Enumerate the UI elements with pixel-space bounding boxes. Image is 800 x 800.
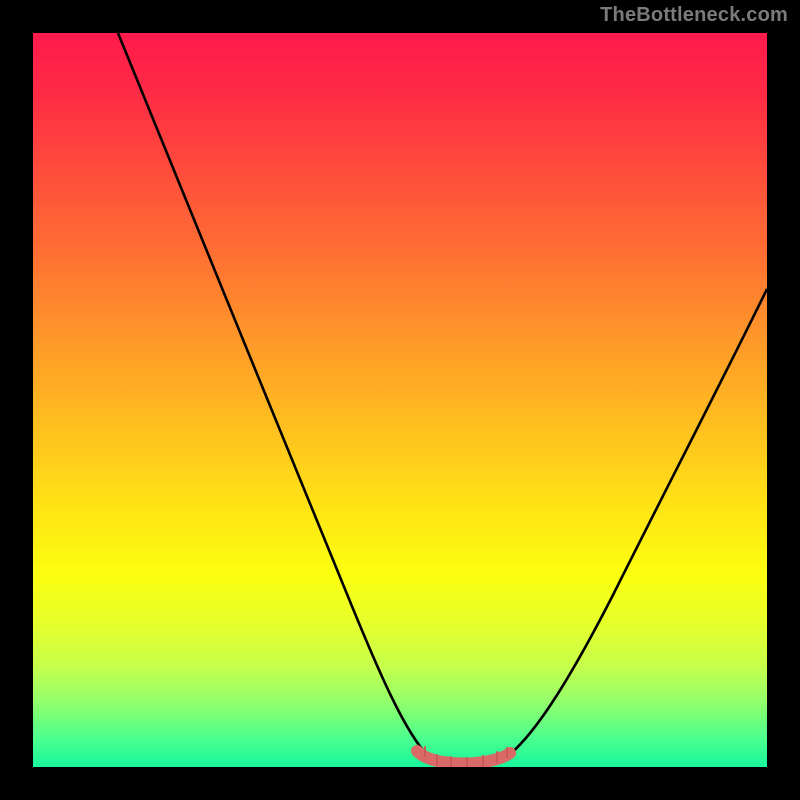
chart-svg [33, 33, 767, 767]
bottleneck-curve [118, 33, 767, 764]
plot-area [33, 33, 767, 767]
chart-frame: TheBottleneck.com [0, 0, 800, 800]
watermark-text: TheBottleneck.com [600, 4, 788, 27]
